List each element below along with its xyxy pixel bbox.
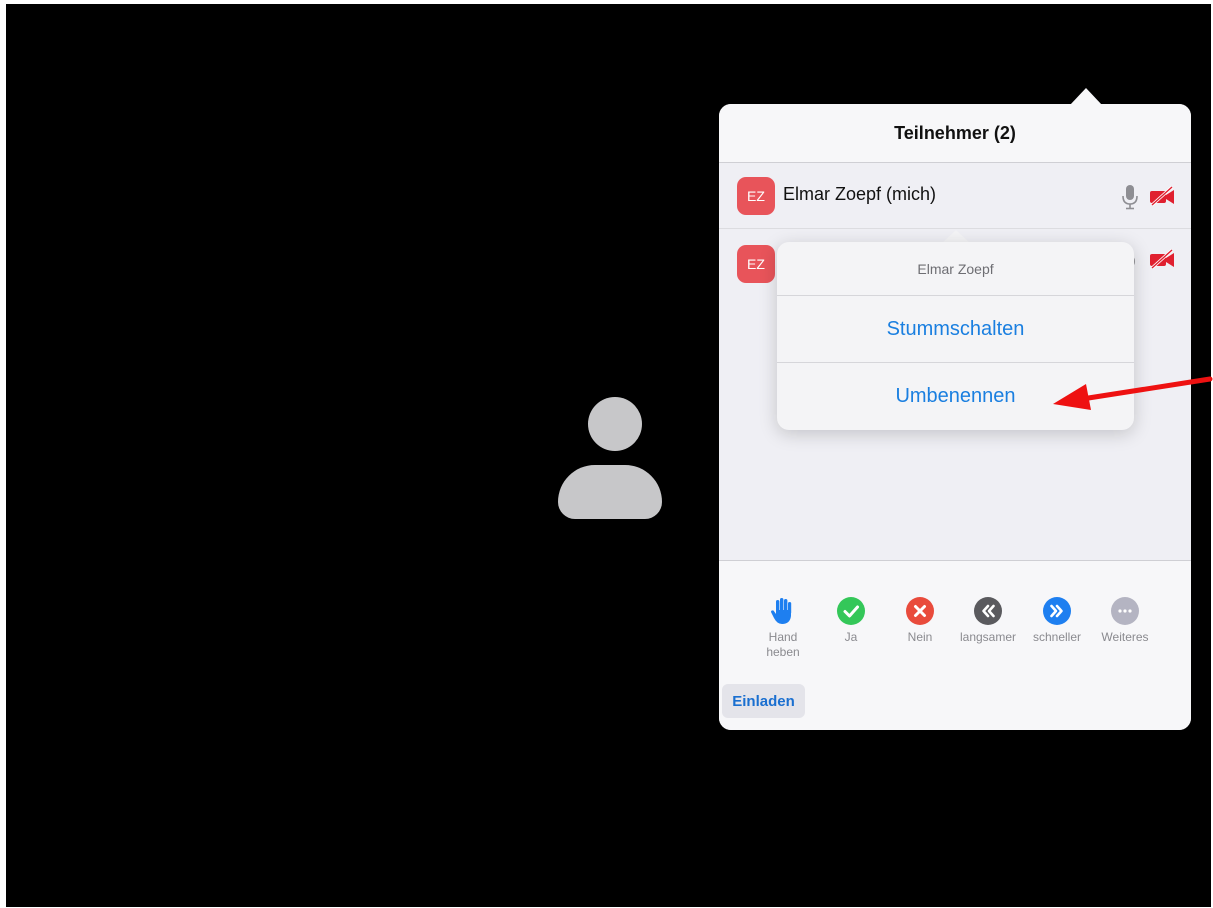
video-off-icon[interactable] <box>1149 249 1175 269</box>
faster-icon <box>1043 597 1071 625</box>
panel-caret <box>1070 88 1102 105</box>
check-icon <box>837 597 865 625</box>
x-icon <box>906 597 934 625</box>
participant-name: Elmar Zoepf (mich) <box>783 184 937 204</box>
participant-row[interactable]: EZ Elmar Zoepf (mich) <box>719 164 1191 229</box>
panel-title: Teilnehmer (2) <box>719 104 1191 163</box>
slower-button[interactable]: langsamer <box>956 596 1020 645</box>
no-button[interactable]: Nein <box>888 596 952 645</box>
yes-button[interactable]: Ja <box>819 596 883 645</box>
more-button[interactable]: Weiteres <box>1093 596 1157 645</box>
slower-icon <box>974 597 1002 625</box>
reaction-label: Hand heben <box>766 630 800 659</box>
mute-button[interactable]: Stummschalten <box>777 296 1134 363</box>
reaction-label: schneller <box>1032 630 1082 644</box>
reaction-label: Nein <box>907 630 933 644</box>
reaction-label: Weiteres <box>1101 630 1149 644</box>
participant-avatar: EZ <box>737 245 775 283</box>
annotation-arrow <box>1053 376 1213 410</box>
raise-hand-button[interactable]: Hand heben <box>751 596 815 660</box>
reaction-label: Ja <box>844 630 858 644</box>
mic-icon[interactable] <box>1121 184 1139 210</box>
faster-button[interactable]: schneller <box>1025 596 1089 645</box>
invite-button[interactable]: Einladen <box>722 684 805 718</box>
more-icon <box>1111 597 1139 625</box>
raise-hand-icon <box>771 598 792 624</box>
participant-avatar: EZ <box>737 177 775 215</box>
video-off-icon[interactable] <box>1149 186 1175 206</box>
reaction-label: langsamer <box>959 630 1017 644</box>
user-placeholder-icon <box>558 397 664 521</box>
popover-title: Elmar Zoepf <box>777 242 1134 296</box>
